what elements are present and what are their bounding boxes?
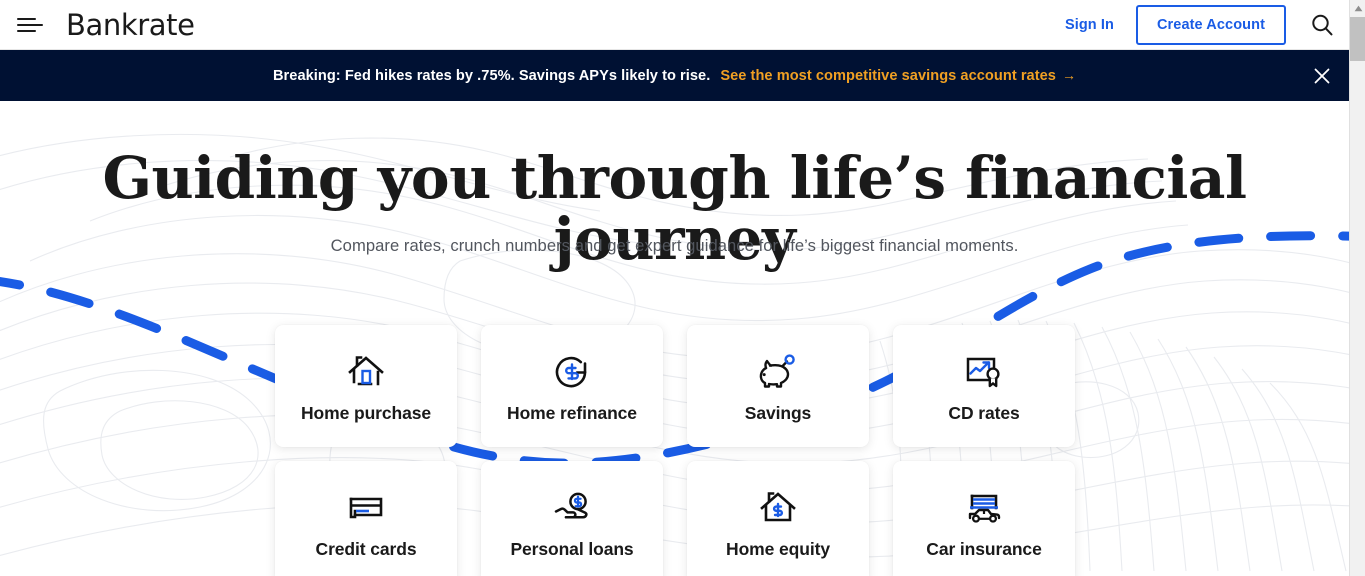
card-savings[interactable]: Savings: [687, 325, 869, 447]
house-with-door-icon: [346, 349, 386, 395]
banner-link-label: See the most competitive savings account…: [720, 68, 1056, 84]
hand-holding-coin-icon: [551, 485, 593, 531]
close-icon[interactable]: [1311, 65, 1333, 87]
scroll-up-arrow-icon[interactable]: [1350, 0, 1365, 17]
hero-section: Guiding you through life’s financial jou…: [0, 101, 1349, 576]
credit-card-icon: [345, 485, 387, 531]
chart-award-icon: [963, 349, 1005, 395]
refresh-dollar-icon: [552, 349, 592, 395]
card-label: Car insurance: [926, 538, 1042, 559]
hamburger-line-1: [17, 17, 36, 20]
card-credit-cards[interactable]: Credit cards: [275, 461, 457, 576]
create-account-button[interactable]: Create Account: [1135, 4, 1286, 45]
hamburger-menu-icon[interactable]: [17, 16, 43, 34]
brand-logo[interactable]: Bankrate: [66, 8, 195, 42]
page-subtitle: Compare rates, crunch numbers and get ex…: [330, 236, 1019, 255]
house-dollar-icon: [758, 485, 798, 531]
card-label: Home purchase: [301, 402, 431, 423]
card-label: Home equity: [726, 538, 830, 559]
sign-in-link[interactable]: Sign In: [1065, 17, 1114, 33]
arrow-right-icon: →: [1061, 67, 1077, 83]
card-personal-loans[interactable]: Personal loans: [481, 461, 663, 576]
hamburger-line-3: [17, 29, 36, 32]
search-icon[interactable]: [1309, 12, 1335, 38]
card-home-purchase[interactable]: Home purchase: [275, 325, 457, 447]
card-label: Savings: [744, 402, 812, 423]
card-cd-rates[interactable]: CD rates: [893, 325, 1075, 447]
site-header: Bankrate Sign In Create Account: [0, 0, 1349, 50]
banner-link[interactable]: See the most competitive savings account…: [720, 67, 1076, 84]
header-actions: Sign In Create Account: [1065, 4, 1349, 45]
banner-message: Breaking: Fed hikes rates by .75%. Savin…: [272, 67, 711, 84]
page-root: Bankrate Sign In Create Account Breaking…: [0, 0, 1365, 576]
card-label: CD rates: [948, 402, 1020, 423]
card-car-insurance[interactable]: Car insurance: [893, 461, 1075, 576]
page-scrollbar[interactable]: [1349, 0, 1365, 576]
category-card-grid: Home purchase Home refinance Savings CD …: [275, 325, 1075, 576]
card-label: Credit cards: [315, 538, 417, 559]
card-home-equity[interactable]: Home equity: [687, 461, 869, 576]
card-label: Home refinance: [507, 402, 637, 423]
piggy-bank-icon: [757, 349, 799, 395]
card-label: Personal loans: [510, 538, 634, 559]
hamburger-line-2: [17, 23, 43, 26]
scrollbar-thumb[interactable]: [1350, 17, 1365, 61]
card-home-refinance[interactable]: Home refinance: [481, 325, 663, 447]
announcement-banner: Breaking: Fed hikes rates by .75%. Savin…: [0, 50, 1349, 101]
car-shelter-icon: [962, 485, 1006, 531]
